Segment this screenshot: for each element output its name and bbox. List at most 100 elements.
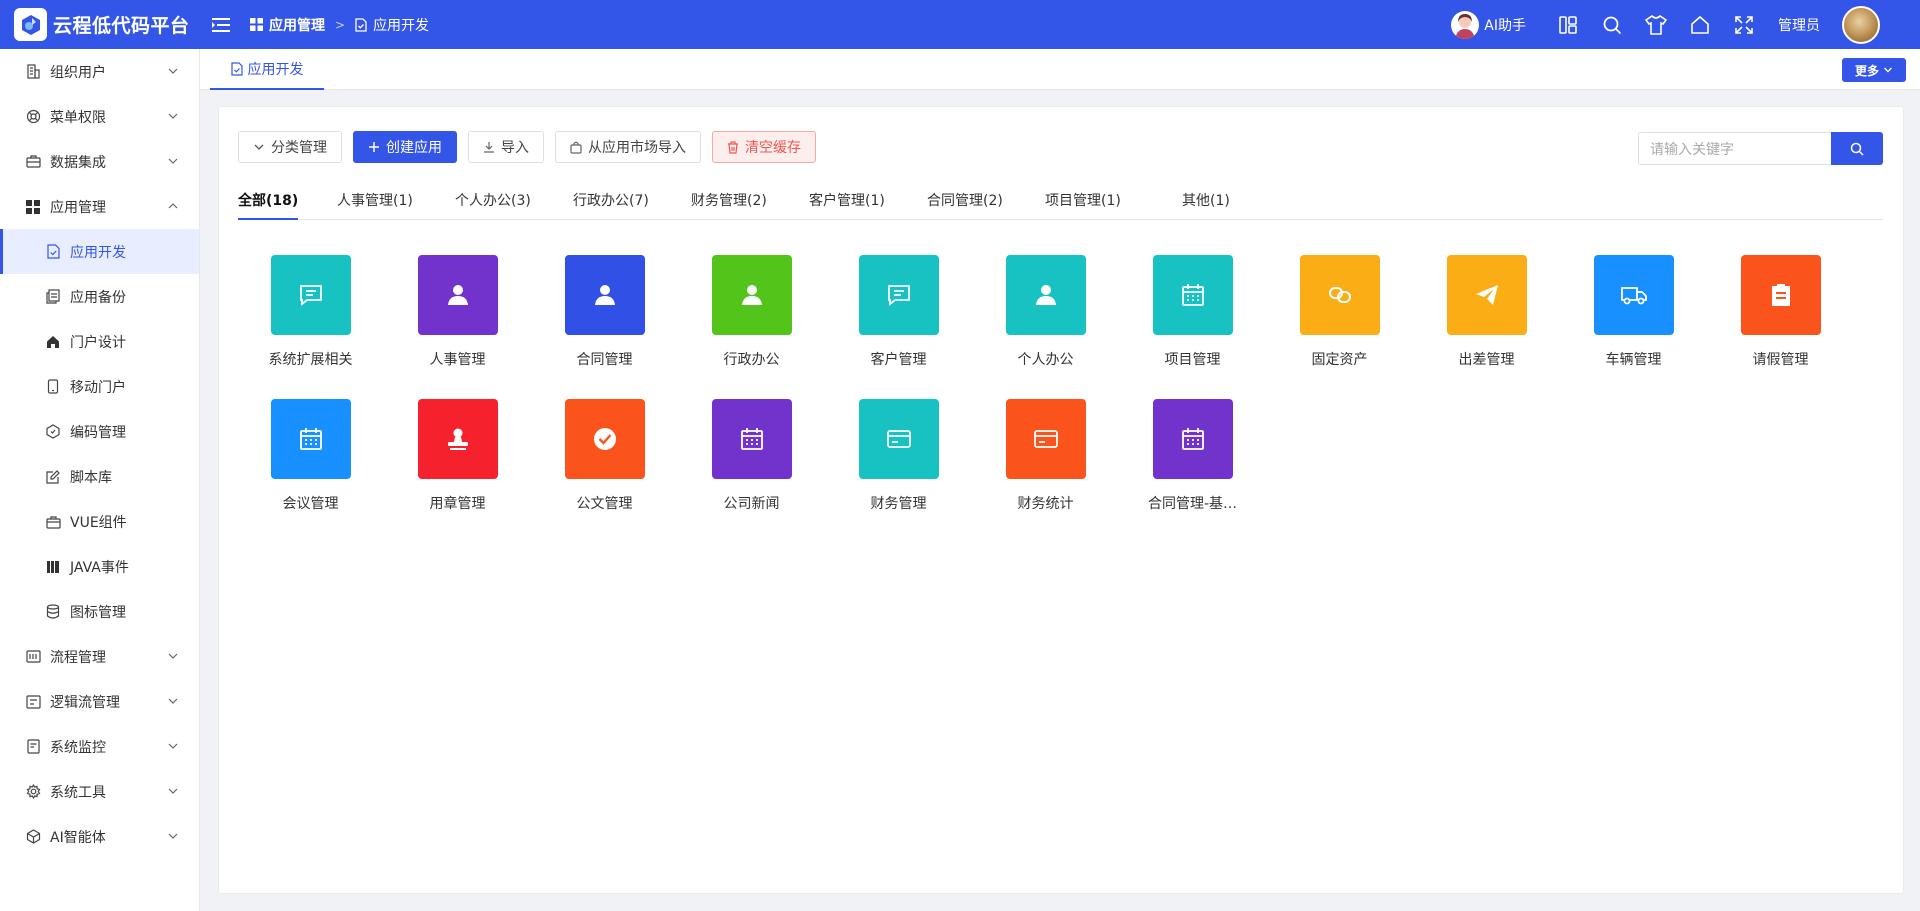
app-card[interactable]: 系统扩展相关 <box>237 255 384 369</box>
check-circle-icon <box>593 428 616 450</box>
sidebar-item-label: 流程管理 <box>50 649 106 666</box>
create-app-button[interactable]: 创建应用 <box>353 131 457 163</box>
category-tab-admin-office[interactable]: 行政办公(7) <box>573 182 649 220</box>
app-tile[interactable] <box>1446 255 1527 335</box>
chevron-down-icon <box>168 788 178 794</box>
app-card[interactable]: 车辆管理 <box>1560 255 1707 369</box>
logo[interactable]: 云程低代码平台 <box>0 8 200 41</box>
app-tile[interactable] <box>564 399 645 479</box>
category-tab-customer[interactable]: 客户管理(1) <box>809 182 885 220</box>
fullscreen-icon[interactable] <box>1732 13 1756 37</box>
app-tile[interactable] <box>1152 255 1233 335</box>
user-icon <box>1035 285 1056 305</box>
category-tab-other[interactable]: 其他(1) <box>1182 182 1230 220</box>
sidebar-item-label: 应用备份 <box>70 289 126 306</box>
sidebar-item-app-management[interactable]: 应用管理 <box>0 184 199 229</box>
home-icon[interactable] <box>1688 13 1712 37</box>
app-tile[interactable] <box>1152 399 1233 479</box>
sidebar-item-flow-management[interactable]: 流程管理 <box>0 634 199 679</box>
app-tile[interactable] <box>1005 399 1086 479</box>
app-tile[interactable] <box>711 399 792 479</box>
sidebar-item-script-library[interactable]: 脚本库 <box>0 454 199 499</box>
app-tile[interactable] <box>270 399 351 479</box>
search-button[interactable] <box>1831 132 1883 165</box>
breadcrumb-item[interactable]: 应用管理 <box>269 15 325 35</box>
app-tile[interactable] <box>1740 255 1821 335</box>
app-card[interactable]: 客户管理 <box>825 255 972 369</box>
app-label: 固定资产 <box>1311 352 1368 368</box>
ai-helper-button[interactable]: AI助手 <box>1451 10 1526 39</box>
user-icon <box>594 285 615 305</box>
sidebar-item-menu-permissions[interactable]: 菜单权限 <box>0 94 199 139</box>
user-name[interactable]: 管理员 <box>1778 15 1820 35</box>
sidebar-item-vue-components[interactable]: VUE组件 <box>0 499 199 544</box>
category-tab-hr[interactable]: 人事管理(1) <box>337 182 413 220</box>
sidebar-item-mobile-portal[interactable]: 移动门户 <box>0 364 199 409</box>
tab-app-dev[interactable]: 应用开发 <box>210 49 324 90</box>
app-label: 车辆管理 <box>1605 352 1662 368</box>
category-tab-personal-office[interactable]: 个人办公(3) <box>455 182 531 220</box>
app-card[interactable]: 行政办公 <box>678 255 825 369</box>
app-tile[interactable] <box>1593 255 1674 335</box>
app-card[interactable]: 合同管理-基… <box>1119 399 1266 513</box>
app-card[interactable]: 出差管理 <box>1413 255 1560 369</box>
category-tab-contract[interactable]: 合同管理(2) <box>927 182 1003 220</box>
sidebar-item-ai-agent[interactable]: AI智能体 <box>0 814 199 859</box>
app-tile[interactable] <box>564 255 645 335</box>
search-input[interactable]: 请输入关键字 <box>1638 132 1831 165</box>
category-tab-finance[interactable]: 财务管理(2) <box>691 182 767 220</box>
app-card[interactable]: 财务管理 <box>825 399 972 513</box>
app-tile[interactable] <box>711 255 792 335</box>
sidebar-item-java-events[interactable]: JAVA事件 <box>0 544 199 589</box>
breadcrumb-separator: > <box>335 17 346 32</box>
app-tile[interactable] <box>858 399 939 479</box>
clear-cache-button[interactable]: 清空缓存 <box>712 131 816 163</box>
layout-icon[interactable] <box>1556 13 1580 37</box>
lifebuoy-icon <box>25 109 41 125</box>
sidebar-item-code-management[interactable]: 编码管理 <box>0 409 199 454</box>
monitor-icon <box>25 739 41 755</box>
app-card[interactable]: 请假管理 <box>1707 255 1854 369</box>
user-avatar[interactable] <box>1842 5 1880 44</box>
app-card[interactable]: 用章管理 <box>384 399 531 513</box>
category-manage-button[interactable]: 分类管理 <box>238 131 342 163</box>
theme-shirt-icon[interactable] <box>1644 13 1668 37</box>
sidebar-item-portal-design[interactable]: 门户设计 <box>0 319 199 364</box>
sidebar-item-system-tools[interactable]: 系统工具 <box>0 769 199 814</box>
logo-mark-icon <box>14 8 47 41</box>
app-tile[interactable] <box>270 255 351 335</box>
app-card[interactable]: 公司新闻 <box>678 399 825 513</box>
app-tile[interactable] <box>1299 255 1380 335</box>
trash-icon <box>728 140 738 154</box>
sidebar-item-logic-flow[interactable]: 逻辑流管理 <box>0 679 199 724</box>
menu-toggle-icon[interactable] <box>210 14 232 36</box>
sidebar-item-org-users[interactable]: 组织用户 <box>0 49 199 94</box>
clear-cache-label: 清空缓存 <box>745 140 801 156</box>
more-button[interactable]: 更多 <box>1842 58 1906 82</box>
search-icon[interactable] <box>1600 13 1624 37</box>
sidebar-item-data-integration[interactable]: 数据集成 <box>0 139 199 184</box>
sidebar-item-app-backup[interactable]: 应用备份 <box>0 274 199 319</box>
chat-icon <box>299 285 322 306</box>
category-tab-project[interactable]: 项目管理(1) <box>1045 182 1121 220</box>
app-tile[interactable] <box>417 255 498 335</box>
app-tile[interactable] <box>858 255 939 335</box>
market-import-button[interactable]: 从应用市场导入 <box>555 131 701 163</box>
app-tile[interactable] <box>417 399 498 479</box>
app-card[interactable]: 固定资产 <box>1266 255 1413 369</box>
app-card[interactable]: 公文管理 <box>531 399 678 513</box>
app-card[interactable]: 合同管理 <box>531 255 678 369</box>
category-tab-all[interactable]: 全部(18) <box>238 182 299 220</box>
app-card[interactable]: 项目管理 <box>1119 255 1266 369</box>
app-card[interactable]: 人事管理 <box>384 255 531 369</box>
sidebar-item-icon-management[interactable]: 图标管理 <box>0 589 199 634</box>
app-card[interactable]: 会议管理 <box>237 399 384 513</box>
page-tabs: 应用开发 更多 <box>200 49 1920 90</box>
app-card[interactable]: 个人办公 <box>972 255 1119 369</box>
app-tile[interactable] <box>1005 255 1086 335</box>
top-header: 云程低代码平台 应用管理 > 应用开发 AI助手 管理员 <box>0 0 1920 49</box>
app-card[interactable]: 财务统计 <box>972 399 1119 513</box>
sidebar-item-system-monitor[interactable]: 系统监控 <box>0 724 199 769</box>
sidebar-item-app-dev[interactable]: 应用开发 <box>0 229 199 274</box>
import-button[interactable]: 导入 <box>468 131 544 163</box>
